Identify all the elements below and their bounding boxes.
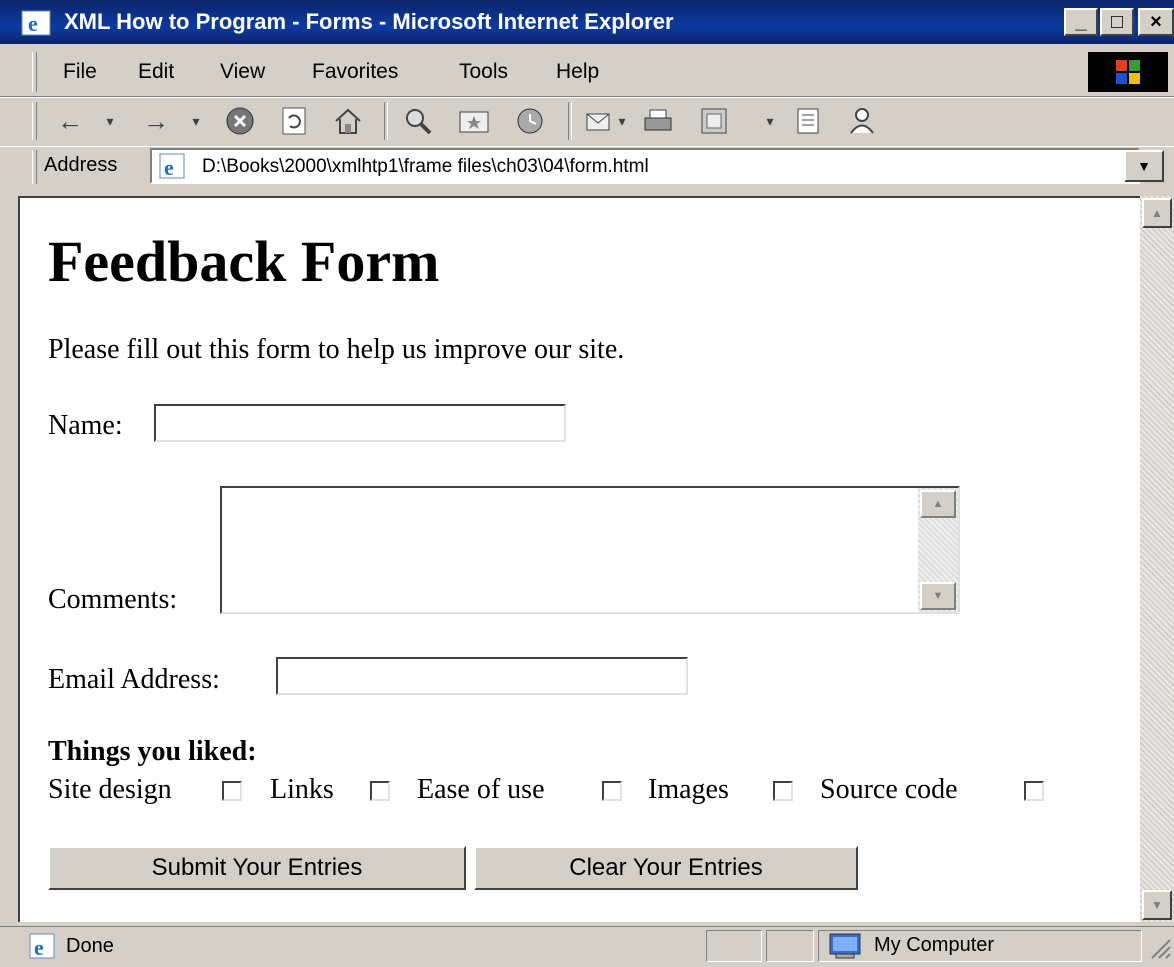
mail-dropdown-icon[interactable]: ▾ — [614, 103, 630, 139]
name-label: Name: — [48, 410, 123, 441]
back-dropdown-icon[interactable]: ▾ — [100, 103, 120, 139]
menu-grip — [32, 52, 37, 92]
menu-tools[interactable]: Tools — [459, 60, 508, 84]
source-code-checkbox[interactable] — [1024, 781, 1044, 801]
option-ease-of-use-label: Ease of use — [417, 774, 545, 805]
menu-edit[interactable]: Edit — [138, 60, 174, 84]
scroll-up-icon[interactable]: ▲ — [1142, 198, 1172, 228]
comments-scroll-down-icon[interactable]: ▼ — [920, 582, 956, 610]
svg-text:e: e — [164, 155, 174, 180]
forward-icon[interactable]: → — [138, 103, 174, 139]
address-grip — [32, 150, 37, 184]
svg-text:e: e — [28, 11, 38, 36]
window-title: XML How to Program - Forms - Microsoft I… — [64, 9, 674, 34]
email-label: Email Address: — [48, 664, 220, 695]
home-icon[interactable] — [330, 103, 366, 139]
discuss-icon[interactable] — [790, 103, 826, 139]
site-design-checkbox[interactable] — [222, 781, 242, 801]
scroll-down-icon[interactable]: ▼ — [1142, 890, 1172, 920]
clear-button[interactable]: Clear Your Entries — [474, 846, 858, 890]
status-text: Done — [66, 935, 114, 957]
option-source-code-label: Source code — [820, 774, 958, 805]
print-icon[interactable] — [640, 103, 676, 139]
forward-dropdown-icon[interactable]: ▾ — [186, 103, 206, 139]
option-images-label: Images — [648, 774, 729, 805]
edit-dropdown-icon[interactable]: ▾ — [760, 103, 780, 139]
back-icon[interactable]: ← — [52, 103, 88, 139]
computer-icon — [829, 933, 861, 959]
mail-icon[interactable] — [582, 103, 618, 139]
submit-button[interactable]: Submit Your Entries — [48, 846, 466, 890]
menu-file[interactable]: File — [63, 60, 97, 84]
comments-label: Comments: — [48, 584, 178, 615]
menu-view[interactable]: View — [220, 60, 265, 84]
minimize-button[interactable]: _ — [1064, 8, 1098, 36]
option-links-label: Links — [270, 774, 334, 805]
ease-of-use-checkbox[interactable] — [602, 781, 622, 801]
comments-scroll-up-icon[interactable]: ▲ — [920, 490, 956, 518]
toolbar-separator — [568, 102, 572, 140]
address-dropdown-icon[interactable]: ▼ — [1124, 150, 1164, 182]
close-button[interactable]: × — [1138, 8, 1174, 36]
status-pane — [706, 930, 762, 962]
option-site-design-label: Site design — [48, 774, 172, 805]
zone-text: My Computer — [874, 934, 995, 956]
resize-grip-icon[interactable] — [1146, 934, 1172, 962]
address-value: D:\Books\2000\xmlhtp1\frame files\ch03\0… — [202, 156, 649, 177]
favorites-icon[interactable] — [456, 103, 492, 139]
page-heading: Feedback Form — [48, 229, 440, 294]
ie-logo-icon: e — [21, 10, 51, 36]
comments-textarea[interactable] — [220, 486, 960, 614]
address-label: Address — [44, 154, 118, 176]
links-checkbox[interactable] — [370, 781, 390, 801]
svg-text:e: e — [34, 935, 44, 960]
email-input[interactable] — [276, 657, 688, 695]
intro-text: Please fill out this form to help us imp… — [48, 334, 625, 365]
status-pane — [766, 930, 814, 962]
search-icon[interactable] — [400, 103, 436, 139]
status-page-icon: e — [29, 933, 55, 960]
history-icon[interactable] — [512, 103, 548, 139]
menu-help[interactable]: Help — [556, 60, 599, 84]
toolbar-grip — [32, 102, 37, 140]
maximize-button[interactable]: □ — [1100, 8, 1134, 36]
page-icon: e — [159, 153, 185, 180]
toolbar-separator — [384, 102, 388, 140]
stop-icon[interactable] — [222, 103, 258, 139]
edit-icon[interactable] — [696, 103, 732, 139]
liked-heading: Things you liked: — [48, 736, 257, 767]
menu-favorites[interactable]: Favorites — [312, 60, 398, 84]
name-input[interactable] — [154, 404, 566, 442]
refresh-icon[interactable] — [276, 103, 312, 139]
messenger-icon[interactable] — [844, 103, 880, 139]
vertical-scrollbar[interactable] — [1140, 196, 1174, 922]
images-checkbox[interactable] — [773, 781, 793, 801]
windows-logo-icon — [1088, 52, 1168, 92]
